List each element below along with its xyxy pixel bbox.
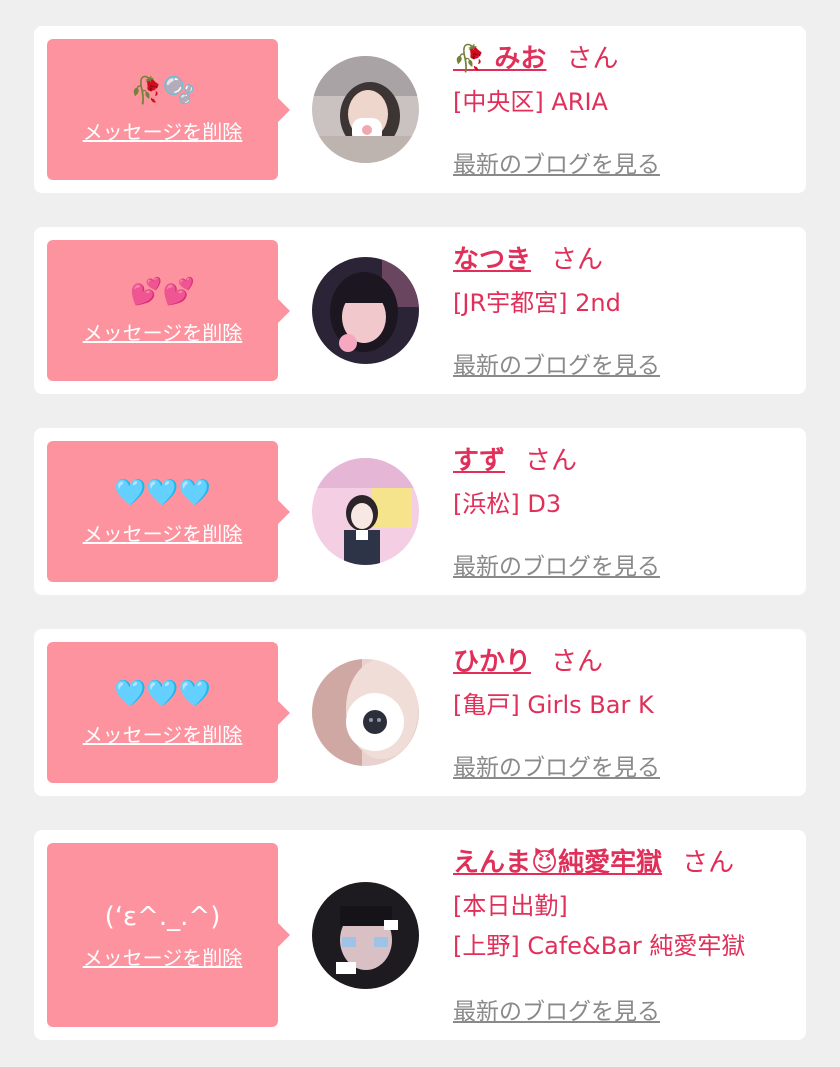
message-card: 🩵🩵🩵 メッセージを削除 すず さん [浜松] D3 最新のブログを見る bbox=[34, 428, 806, 595]
avatar[interactable] bbox=[312, 659, 419, 766]
message-bubble: 🥀🫧 メッセージを削除 bbox=[47, 39, 290, 180]
message-text: (‘ε^._.^) bbox=[104, 901, 221, 932]
message-bubble: 💕💕 メッセージを削除 bbox=[47, 240, 290, 381]
latest-blog-link[interactable]: 最新のブログを見る bbox=[453, 346, 660, 380]
avatar[interactable] bbox=[312, 257, 419, 364]
message-text: 💕💕 bbox=[130, 277, 195, 307]
message-card: 🥀🫧 メッセージを削除 🥀 みお さん [中央区] ARIA 最新のブログを見る bbox=[34, 26, 806, 193]
avatar[interactable] bbox=[312, 882, 419, 989]
profile-photo-natsuki-icon bbox=[312, 257, 419, 364]
shop-info: [本日出勤] bbox=[453, 892, 568, 920]
shop-info: [中央区] ARIA bbox=[453, 88, 608, 116]
honorific: さん bbox=[566, 44, 619, 74]
cast-name-link[interactable]: ひかり bbox=[453, 647, 531, 677]
name-row: ひかり さん bbox=[453, 643, 796, 681]
message-bubble: 🩵🩵🩵 メッセージを削除 bbox=[47, 441, 290, 582]
cast-info: 🥀 みお さん [中央区] ARIA bbox=[453, 40, 796, 120]
message-bubble: (‘ε^._.^) メッセージを削除 bbox=[47, 843, 290, 1027]
message-card: 💕💕 メッセージを削除 なつき さん [JR宇都宮] 2nd 最新のブログを見る bbox=[34, 227, 806, 394]
honorific: さん bbox=[551, 245, 604, 275]
name-row: すず さん bbox=[453, 442, 796, 480]
delete-message-link[interactable]: メッセージを削除 bbox=[83, 317, 243, 346]
profile-photo-suzu-icon bbox=[312, 458, 419, 565]
latest-blog-link[interactable]: 最新のブログを見る bbox=[453, 547, 660, 581]
avatar[interactable] bbox=[312, 56, 419, 163]
shop-info: [亀戸] Girls Bar K bbox=[453, 691, 654, 719]
honorific: さん bbox=[682, 848, 735, 878]
cast-info: ひかり さん [亀戸] Girls Bar K bbox=[453, 643, 796, 723]
delete-message-link[interactable]: メッセージを削除 bbox=[83, 719, 243, 748]
cast-name-link[interactable]: すず bbox=[453, 446, 505, 476]
delete-message-link[interactable]: メッセージを削除 bbox=[83, 116, 243, 145]
message-text: 🥀🫧 bbox=[130, 76, 195, 106]
profile-photo-hikari-icon bbox=[312, 659, 419, 766]
latest-blog-link[interactable]: 最新のブログを見る bbox=[453, 748, 660, 782]
cast-name-link[interactable]: なつき bbox=[453, 245, 531, 275]
cast-info: えんま😈純愛牢獄 さん [本日出勤] [上野] Cafe&Bar 純愛牢獄 bbox=[453, 844, 796, 964]
shop-info: [浜松] D3 bbox=[453, 490, 562, 518]
shop-info: [JR宇都宮] 2nd bbox=[453, 289, 621, 317]
name-row: なつき さん bbox=[453, 241, 796, 279]
message-text: 🩵🩵🩵 bbox=[113, 679, 212, 709]
cast-name-link[interactable]: 🥀 みお bbox=[453, 44, 546, 74]
honorific: さん bbox=[551, 647, 604, 677]
cast-info: すず さん [浜松] D3 bbox=[453, 442, 796, 522]
message-bubble: 🩵🩵🩵 メッセージを削除 bbox=[47, 642, 290, 783]
message-card: 🩵🩵🩵 メッセージを削除 ひかり さん [亀戸] Girls Bar K 最新のブ… bbox=[34, 629, 806, 796]
cast-name-link[interactable]: えんま😈純愛牢獄 bbox=[453, 848, 662, 878]
message-text: 🩵🩵🩵 bbox=[113, 478, 212, 508]
delete-message-link[interactable]: メッセージを削除 bbox=[83, 518, 243, 547]
name-row: えんま😈純愛牢獄 さん bbox=[453, 844, 796, 882]
latest-blog-link[interactable]: 最新のブログを見る bbox=[453, 992, 660, 1026]
latest-blog-link[interactable]: 最新のブログを見る bbox=[453, 145, 660, 179]
profile-photo-mio-icon bbox=[312, 56, 419, 163]
message-card: (‘ε^._.^) メッセージを削除 えんま😈純愛牢獄 さん [本日出勤] [上野… bbox=[34, 830, 806, 1040]
delete-message-link[interactable]: メッセージを削除 bbox=[83, 942, 243, 971]
profile-photo-enma-icon bbox=[312, 882, 419, 989]
shop-info: [上野] Cafe&Bar 純愛牢獄 bbox=[453, 932, 746, 960]
name-row: 🥀 みお さん bbox=[453, 40, 796, 78]
cast-info: なつき さん [JR宇都宮] 2nd bbox=[453, 241, 796, 321]
avatar[interactable] bbox=[312, 458, 419, 565]
honorific: さん bbox=[525, 446, 578, 476]
